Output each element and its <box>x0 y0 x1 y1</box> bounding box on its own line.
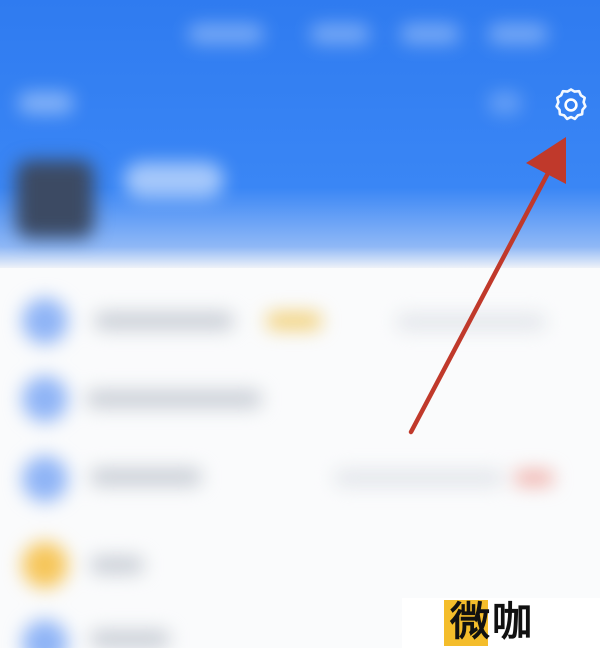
top-tab <box>488 24 548 44</box>
list-item[interactable] <box>90 630 170 648</box>
list-item[interactable] <box>90 556 144 574</box>
watermark-text: 微咖 <box>450 599 534 645</box>
top-tab <box>310 24 370 44</box>
list-item-icon <box>22 298 68 344</box>
back-button[interactable] <box>18 92 74 114</box>
gear-icon <box>555 88 587 121</box>
top-tab <box>400 24 460 44</box>
top-tab <box>188 24 264 44</box>
status-badge <box>514 470 554 486</box>
status-badge <box>266 312 322 330</box>
list-item-icon <box>22 620 68 648</box>
list-item-icon <box>22 456 68 502</box>
list-item-value <box>396 314 546 330</box>
user-name[interactable] <box>124 162 224 198</box>
list-item[interactable] <box>90 468 202 486</box>
list-item-icon <box>22 376 68 422</box>
list-item-icon <box>22 542 68 588</box>
watermark: 微咖 <box>402 598 600 648</box>
blurred-app-screen <box>0 0 600 648</box>
menu-list <box>0 268 600 648</box>
settings-button[interactable] <box>552 86 590 124</box>
list-item[interactable] <box>94 312 234 330</box>
avatar[interactable] <box>16 160 94 238</box>
list-item[interactable] <box>86 390 262 408</box>
list-item-value <box>334 470 504 486</box>
header-button[interactable] <box>488 92 522 114</box>
